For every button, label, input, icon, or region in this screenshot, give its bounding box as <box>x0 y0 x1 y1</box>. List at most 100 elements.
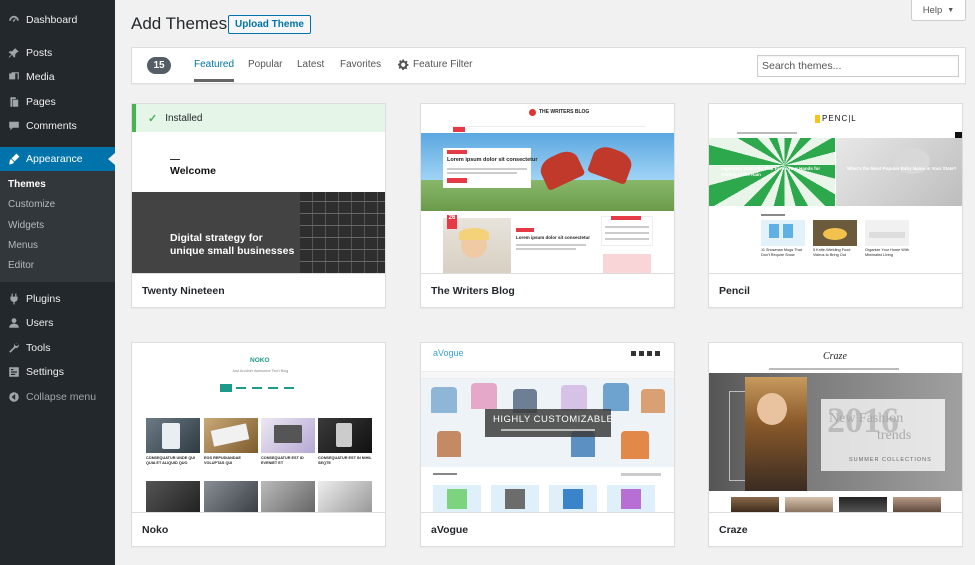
sidebar-item-comments[interactable]: Comments <box>0 114 115 139</box>
brush-icon <box>7 152 20 165</box>
submenu-item-widgets[interactable]: Widgets <box>0 216 115 236</box>
theme-card-pencil[interactable]: PENC|L Ingenious Umbrella That Frees You… <box>708 103 963 308</box>
theme-preview-brand: Craze <box>823 351 847 362</box>
help-tab[interactable]: Help ▼ <box>911 0 966 21</box>
media-icon <box>7 71 20 84</box>
theme-card-avogue[interactable]: aVogue HIGHLY CUSTOMIZABLE aVogue <box>420 342 675 547</box>
theme-filter-bar: 15 Featured Popular Latest Favorites Fea… <box>131 47 966 84</box>
page-title: Add Themes <box>131 14 228 33</box>
theme-preview-post-title: Lorem ipsum dolor sit consectetur <box>516 235 591 240</box>
collapse-menu-label: Collapse menu <box>26 390 97 403</box>
theme-preview-brand: PENC|L <box>822 114 857 123</box>
theme-preview-headline-2: unique small businesses <box>170 245 295 257</box>
sidebar-item-label: Settings <box>26 366 64 379</box>
theme-preview-tagline: Just Another Awesome Tech Blog <box>232 369 289 373</box>
sidebar-item-label: Media <box>26 71 55 84</box>
theme-card-twenty-nineteen[interactable]: ✓ Installed Welcome Digital strategy for… <box>131 103 386 308</box>
theme-preview-post-title: EOS REPUDIANDAE VOLUPTAS QUI <box>204 456 241 465</box>
tab-latest[interactable]: Latest <box>297 59 324 70</box>
theme-screenshot: NOKO Just Another Awesome Tech Blog CONS… <box>132 343 385 512</box>
theme-preview-post-title: CONSEQUATUR EST IN NIHIL SEQTE <box>318 456 372 465</box>
theme-name: Craze <box>709 512 962 546</box>
sidebar-item-media[interactable]: Media <box>0 65 115 90</box>
appearance-submenu: Themes Customize Widgets Menus Editor <box>0 171 115 283</box>
installed-notice: ✓ Installed <box>132 104 385 132</box>
theme-screenshot: THE WRITERS BLOG Lorem ipsum dolor sit c… <box>421 104 674 273</box>
theme-card-noko[interactable]: NOKO Just Another Awesome Tech Blog CONS… <box>131 342 386 547</box>
collapse-menu-button[interactable]: Collapse menu <box>0 384 115 409</box>
tab-favorites[interactable]: Favorites <box>340 59 381 70</box>
sidebar-item-pages[interactable]: Pages <box>0 90 115 115</box>
theme-preview-brand: THE WRITERS BLOG <box>539 109 590 115</box>
theme-screenshot: Craze 2016 New Fashion trends SUMMER COL… <box>709 343 962 512</box>
feature-filter-button[interactable]: Feature Filter <box>398 59 472 70</box>
theme-name: Twenty Nineteen <box>132 273 385 307</box>
theme-preview-headline: Lorem ipsum dolor sit consectetur <box>447 157 538 163</box>
user-icon <box>7 317 20 330</box>
theme-preview-post-title: CONSEQUATUR EST ID EVENIET ET <box>261 456 304 465</box>
theme-preview-headline-2: trends <box>877 428 912 443</box>
sidebar-item-label: Posts <box>26 46 53 59</box>
theme-preview-caption: 5 Knife-Wielding Food Videos to Bring Ou… <box>813 248 851 257</box>
theme-preview-caption: Ingenious Umbrella That Frees Your Hands… <box>721 166 821 177</box>
checkmark-icon: ✓ <box>148 112 158 125</box>
sidebar-item-label: Dashboard <box>26 14 78 27</box>
submenu-item-themes[interactable]: Themes <box>0 175 115 195</box>
sidebar-item-label: Comments <box>26 120 77 133</box>
sidebar-item-appearance[interactable]: Appearance <box>0 146 115 171</box>
theme-name: Noko <box>132 512 385 546</box>
sidebar-item-settings[interactable]: Settings <box>0 360 115 385</box>
sidebar-item-label: Pages <box>26 95 56 108</box>
gear-icon <box>398 59 409 70</box>
collapse-icon <box>7 390 20 403</box>
dashboard-icon <box>7 14 20 27</box>
theme-name: Pencil <box>709 273 962 307</box>
sidebar-item-label: Plugins <box>26 292 61 305</box>
theme-preview-headline: Digital strategy for <box>170 232 263 244</box>
theme-preview-caption: What's the Most Popular Baby Name in You… <box>847 166 957 171</box>
theme-screenshot: PENC|L Ingenious Umbrella That Frees You… <box>709 104 962 273</box>
theme-count-badge: 15 <box>147 57 171 74</box>
theme-preview-headline: New Fashion <box>829 411 904 426</box>
theme-preview-welcome: Welcome <box>170 165 216 177</box>
theme-preview-caption: 11 Snowman Mugs That Don't Require Snow <box>761 248 802 257</box>
theme-preview-post-title: CONSEQUATUR UNDE QUI QUIA ET ALIQUID QUO <box>146 456 196 465</box>
settings-icon <box>7 366 20 379</box>
theme-preview-brand: aVogue <box>433 348 464 358</box>
sidebar-item-users[interactable]: Users <box>0 311 115 336</box>
theme-name: aVogue <box>421 512 674 546</box>
pin-icon <box>7 46 20 59</box>
sidebar-item-label: Users <box>26 317 54 330</box>
pages-icon <box>7 95 20 108</box>
submenu-item-menus[interactable]: Menus <box>0 236 115 256</box>
feature-filter-label: Feature Filter <box>413 59 473 70</box>
wrench-icon <box>7 341 20 354</box>
theme-card-craze[interactable]: Craze 2016 New Fashion trends SUMMER COL… <box>708 342 963 547</box>
search-themes-input[interactable] <box>757 55 959 77</box>
upload-theme-button[interactable]: Upload Theme <box>228 15 311 34</box>
submenu-item-editor[interactable]: Editor <box>0 256 115 276</box>
sidebar-item-label: Tools <box>26 341 51 354</box>
tab-featured[interactable]: Featured <box>194 59 235 82</box>
theme-preview-brand: NOKO <box>250 357 270 364</box>
sidebar-item-plugins[interactable]: Plugins <box>0 286 115 311</box>
date-badge: 26 <box>447 215 457 229</box>
plug-icon <box>7 292 20 305</box>
comment-icon <box>7 120 20 133</box>
help-label: Help <box>922 4 943 16</box>
sidebar-item-label: Appearance <box>26 152 83 165</box>
theme-card-the-writers-blog[interactable]: THE WRITERS BLOG Lorem ipsum dolor sit c… <box>420 103 675 308</box>
tab-popular[interactable]: Popular <box>248 59 282 70</box>
sidebar-item-dashboard[interactable]: Dashboard <box>0 8 115 33</box>
sidebar-item-tools[interactable]: Tools <box>0 335 115 360</box>
theme-preview-banner: HIGHLY CUSTOMIZABLE <box>493 414 614 425</box>
theme-preview-subtitle: SUMMER COLLECTIONS <box>849 457 932 463</box>
installed-label: Installed <box>165 112 203 124</box>
admin-sidebar: Dashboard Posts Media Pages Comments App… <box>0 0 115 565</box>
caret-down-icon: ▼ <box>947 6 955 14</box>
theme-name: The Writers Blog <box>421 273 674 307</box>
theme-screenshot: aVogue HIGHLY CUSTOMIZABLE <box>421 343 674 512</box>
submenu-item-customize[interactable]: Customize <box>0 195 115 215</box>
theme-preview-caption: Organize Your Home With Minimalist Livin… <box>865 248 909 257</box>
sidebar-item-posts[interactable]: Posts <box>0 41 115 66</box>
